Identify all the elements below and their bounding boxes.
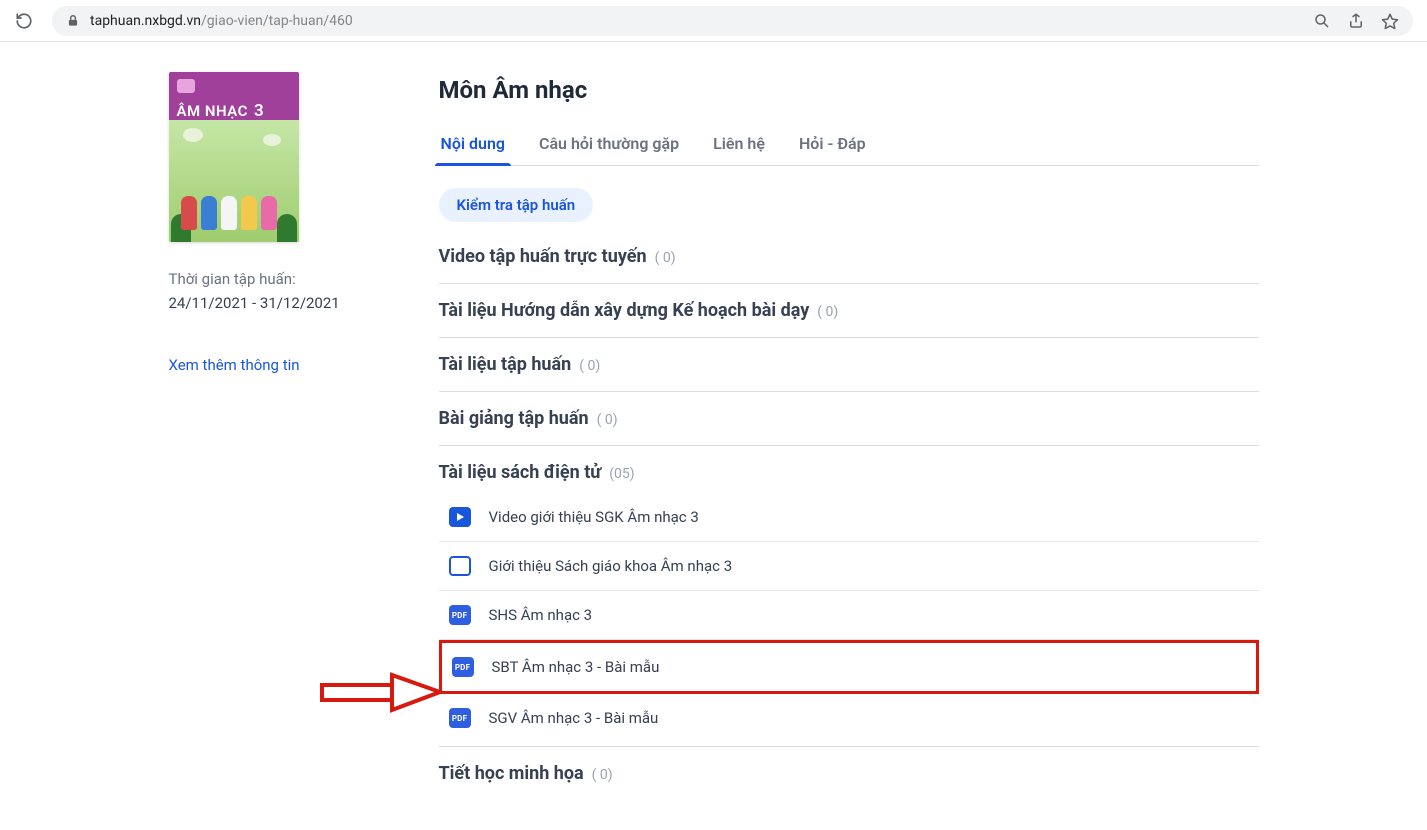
tab-noi-dung[interactable]: Nội dung	[439, 134, 507, 165]
resource-item[interactable]: PDF SHS Âm nhạc 3	[439, 591, 1259, 640]
lock-icon	[66, 14, 80, 28]
video-icon	[449, 507, 471, 527]
url-host: taphuan.nxbgd.vn	[90, 13, 201, 29]
tab-hoi-dap[interactable]: Hỏi - Đáp	[797, 134, 868, 165]
zoom-icon[interactable]	[1313, 12, 1331, 30]
cover-subject: ÂM NHẠC	[177, 102, 248, 120]
section-title: Tài liệu Hướng dẫn xây dựng Kế hoạch bài…	[439, 300, 810, 321]
resource-label: Giới thiệu Sách giáo khoa Âm nhạc 3	[489, 557, 733, 575]
section-title: Tiết học minh họa	[439, 763, 584, 784]
tab-bar: Nội dung Câu hỏi thường gặp Liên hệ Hỏi …	[439, 134, 1259, 166]
page-title: Môn Âm nhạc	[439, 76, 1259, 104]
resource-item[interactable]: Giới thiệu Sách giáo khoa Âm nhạc 3	[439, 542, 1259, 591]
section-count: (05)	[609, 466, 634, 482]
training-time-label: Thời gian tập huấn:	[169, 270, 369, 288]
address-bar[interactable]: taphuan.nxbgd.vn/giao-vien/tap-huan/460	[52, 6, 1413, 36]
section-demo-class[interactable]: Tiết học minh họa ( 0)	[439, 746, 1259, 800]
publisher-logo	[177, 79, 195, 93]
url-path: /giao-vien/tap-huan/460	[201, 13, 353, 29]
section-count: ( 0)	[655, 250, 676, 266]
section-count: ( 0)	[579, 358, 600, 374]
exam-button[interactable]: Kiểm tra tập huấn	[439, 188, 594, 222]
section-docs[interactable]: Tài liệu tập huấn ( 0)	[439, 338, 1259, 392]
tab-lien-he[interactable]: Liên hệ	[711, 134, 767, 165]
resource-item[interactable]: PDF SBT Âm nhạc 3 - Bài mẫu	[442, 643, 1256, 691]
pdf-icon: PDF	[449, 708, 471, 728]
resource-label: SBT Âm nhạc 3 - Bài mẫu	[492, 658, 660, 676]
section-video[interactable]: Video tập huấn trực tuyến ( 0)	[439, 230, 1259, 284]
resource-item[interactable]: PDF SGV Âm nhạc 3 - Bài mẫu	[439, 694, 1259, 742]
book-cover: ÂM NHẠC 3	[169, 72, 299, 242]
section-count: ( 0)	[597, 412, 618, 428]
resource-list: Video giới thiệu SGK Âm nhạc 3 Giới thiệ…	[439, 493, 1259, 742]
section-title: Bài giảng tập huấn	[439, 408, 589, 429]
section-lectures[interactable]: Bài giảng tập huấn ( 0)	[439, 392, 1259, 446]
sidebar: ÂM NHẠC 3 Thời gian tập huấn: 24/11/2021 …	[169, 72, 369, 800]
main-column: Môn Âm nhạc Nội dung Câu hỏi thường gặp …	[439, 72, 1259, 800]
page-body: ÂM NHẠC 3 Thời gian tập huấn: 24/11/2021 …	[0, 42, 1427, 830]
section-title: Tài liệu sách điện tử	[439, 462, 602, 483]
section-count: ( 0)	[592, 767, 613, 783]
resource-label: SHS Âm nhạc 3	[489, 606, 593, 624]
section-title: Video tập huấn trực tuyến	[439, 246, 647, 267]
tab-faq[interactable]: Câu hỏi thường gặp	[537, 134, 681, 165]
browser-toolbar: taphuan.nxbgd.vn/giao-vien/tap-huan/460	[0, 0, 1427, 42]
section-count: ( 0)	[817, 304, 838, 320]
pdf-icon: PDF	[452, 657, 474, 677]
pdf-icon: PDF	[449, 605, 471, 625]
more-info-link[interactable]: Xem thêm thông tin	[169, 356, 300, 374]
resource-label: SGV Âm nhạc 3 - Bài mẫu	[489, 709, 659, 727]
section-title: Tài liệu tập huấn	[439, 354, 572, 375]
section-guide[interactable]: Tài liệu Hướng dẫn xây dựng Kế hoạch bài…	[439, 284, 1259, 338]
slide-icon	[449, 556, 471, 576]
share-icon[interactable]	[1347, 12, 1365, 30]
section-ebooks[interactable]: Tài liệu sách điện tử (05)	[439, 446, 1259, 487]
reload-icon[interactable]	[14, 11, 34, 31]
cover-grade: 3	[254, 101, 264, 121]
star-icon[interactable]	[1381, 12, 1399, 30]
highlighted-resource: PDF SBT Âm nhạc 3 - Bài mẫu	[439, 640, 1259, 694]
resource-label: Video giới thiệu SGK Âm nhạc 3	[489, 508, 699, 526]
resource-item[interactable]: Video giới thiệu SGK Âm nhạc 3	[439, 493, 1259, 542]
training-time-range: 24/11/2021 - 31/12/2021	[169, 294, 369, 312]
